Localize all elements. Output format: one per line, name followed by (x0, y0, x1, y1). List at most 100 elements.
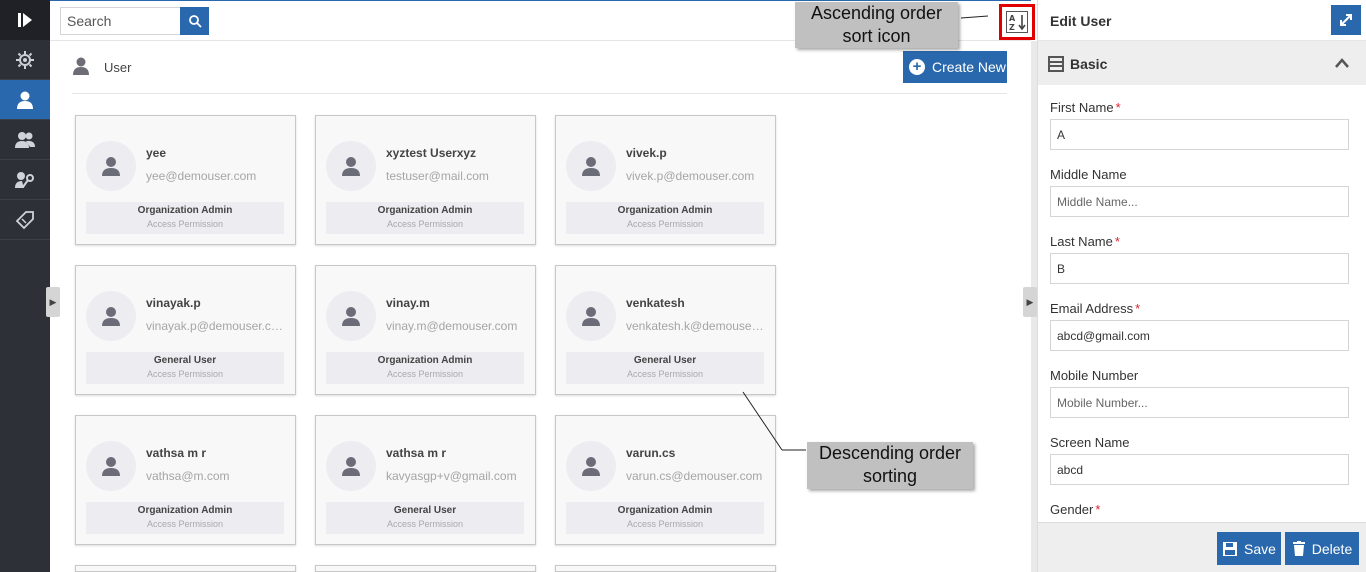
left-collapse-handle[interactable]: ▶ (46, 287, 60, 317)
save-button[interactable]: Save (1217, 532, 1281, 565)
user-avatar-icon (342, 157, 360, 176)
delete-label: Delete (1311, 540, 1353, 557)
last-name-field[interactable] (1050, 253, 1349, 284)
floppy-disk-icon (1223, 541, 1238, 556)
user-avatar-icon (582, 307, 600, 326)
avatar (566, 291, 616, 341)
avatar (566, 441, 616, 491)
basic-section-header[interactable]: Basic (1038, 41, 1366, 85)
role-box: Organization Admin Access Permission (86, 502, 284, 534)
screen-name-label: Screen Name (1050, 435, 1130, 450)
callout-text: Descending order (818, 443, 962, 463)
user-email: vinay.m@demouser.com (386, 319, 518, 333)
delete-button[interactable]: Delete (1285, 532, 1359, 565)
descending-sort-callout: Descending order sorting (807, 442, 973, 489)
expand-diagonal-icon (1340, 14, 1352, 26)
search-input[interactable] (60, 7, 181, 35)
sort-az-icon: A Z (1009, 14, 1026, 32)
avatar (326, 441, 376, 491)
role-box: Organization Admin Access Permission (566, 202, 764, 234)
mobile-number-field[interactable] (1050, 387, 1349, 418)
role-box: Organization Admin Access Permission (326, 202, 524, 234)
nav-item-users[interactable] (0, 80, 50, 120)
expand-panel-button[interactable] (1331, 5, 1361, 35)
access-permission: Access Permission (386, 219, 464, 229)
user-section-header: User (72, 52, 1007, 94)
user-role: Organization Admin (137, 205, 233, 216)
middle-name-field[interactable] (1050, 186, 1349, 217)
first-name-field[interactable] (1050, 119, 1349, 150)
nav-item-groups[interactable] (0, 120, 50, 160)
callout-text: sort icon (842, 26, 911, 46)
chevron-up-icon (1335, 58, 1349, 68)
play-logo-icon (18, 13, 32, 27)
create-new-label: Create New (932, 59, 1006, 75)
nav-item-user-keys[interactable] (0, 160, 50, 200)
screen-name-field[interactable] (1050, 454, 1349, 485)
user-name: vinay.m (386, 296, 430, 310)
user-card[interactable]: yee yee@demouser.com Organization Admin … (75, 115, 296, 245)
nav-item-tags[interactable] (0, 200, 50, 240)
nav-item-settings[interactable] (0, 40, 50, 80)
user-email: testuser@mail.com (386, 169, 489, 183)
role-box: General User Access Permission (566, 352, 764, 384)
panel-title: Edit User (1050, 13, 1112, 29)
sort-ascending-button[interactable]: A Z (999, 4, 1035, 40)
avatar (86, 291, 136, 341)
user-card[interactable]: vivek.p vivek.p@demouser.com Organizatio… (555, 115, 776, 245)
user-card[interactable]: xyztest Userxyz testuser@mail.com Organi… (315, 115, 536, 245)
search-icon (188, 15, 202, 28)
user-name: yee (146, 146, 167, 160)
access-permission: Access Permission (146, 219, 224, 229)
user-email: varun.cs@demouser.com (626, 469, 763, 483)
role-box: Organization Admin Access Permission (566, 502, 764, 534)
user-name: varun.cs (626, 446, 676, 460)
user-card[interactable] (75, 565, 296, 572)
user-role: Organization Admin (617, 505, 713, 516)
user-card[interactable]: vinayak.p vinayak.p@demouser.com General… (75, 265, 296, 395)
ascending-sort-callout: Ascending order sort icon (795, 2, 958, 48)
user-role: Organization Admin (137, 505, 233, 516)
user-email: yee@demouser.com (146, 169, 257, 183)
user-avatar-icon (582, 157, 600, 176)
user-card[interactable]: vathsa m r kavyasgp+v@gmail.com General … (315, 415, 536, 545)
expand-right-icon: ▶ (49, 296, 57, 307)
user-role: General User (393, 505, 457, 516)
search-button[interactable] (180, 7, 209, 35)
role-box: General User Access Permission (86, 352, 284, 384)
user-role: Organization Admin (377, 205, 473, 216)
access-permission: Access Permission (146, 369, 224, 379)
page-title: User (104, 60, 132, 75)
user-icon (73, 57, 89, 75)
create-new-button[interactable]: + Create New (903, 51, 1007, 83)
access-permission: Access Permission (626, 369, 704, 379)
user-group-icon (15, 131, 35, 148)
user-card[interactable] (555, 565, 776, 572)
user-card[interactable]: vinay.m vinay.m@demouser.com Organizatio… (315, 265, 536, 395)
basic-section-title: Basic (1070, 56, 1108, 72)
user-avatar-icon (102, 157, 120, 176)
tag-icon (15, 210, 34, 229)
access-permission: Access Permission (386, 519, 464, 529)
user-card[interactable]: varun.cs varun.cs@demouser.com Organizat… (555, 415, 776, 545)
role-box: Organization Admin Access Permission (326, 352, 524, 384)
mobile-number-label: Mobile Number (1050, 368, 1139, 383)
user-card[interactable] (315, 565, 536, 572)
user-card[interactable]: vathsa m r vathsa@m.com Organization Adm… (75, 415, 296, 545)
middle-name-label: Middle Name (1050, 167, 1127, 182)
panel-header: Edit User (1038, 0, 1366, 41)
app-logo[interactable] (0, 0, 50, 40)
avatar (566, 141, 616, 191)
user-card[interactable]: venkatesh venkatesh.k@demouser.com Gener… (555, 265, 776, 395)
panel-footer: Save Delete (1038, 522, 1366, 572)
user-key-icon (15, 171, 34, 188)
email-field[interactable] (1050, 320, 1349, 351)
avatar (86, 441, 136, 491)
user-name: xyztest Userxyz (386, 146, 477, 160)
avatar (326, 291, 376, 341)
right-collapse-handle[interactable]: ▶ (1023, 287, 1037, 317)
gender-label: Gender * (1050, 502, 1101, 517)
role-box: General User Access Permission (326, 502, 524, 534)
edit-user-panel: Edit User Basic First Name* Middle Name … (1037, 0, 1366, 572)
svg-text:Z: Z (1009, 23, 1015, 32)
